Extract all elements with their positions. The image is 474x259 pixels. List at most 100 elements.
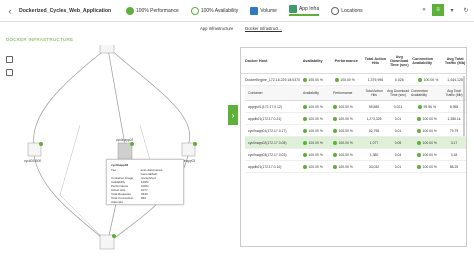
metric-volume-label: Volume [260, 7, 277, 14]
container-connection: 100.00 % [411, 140, 443, 145]
container-name: cyc0napp02(172.17.0.08) [248, 140, 287, 145]
metric-app-infra-label: App Infra [298, 6, 320, 12]
container-download: 0.021 [393, 104, 403, 109]
status-dot [333, 152, 337, 157]
status-dot [303, 152, 307, 157]
header-performance[interactable]: Performance [335, 59, 365, 63]
docker-host-download: 0.026 [394, 77, 404, 82]
container-row[interactable]: cyc0napp02(172.17.0.08) 100.00 % 100.00 % 1… [245, 137, 466, 149]
header-availability[interactable]: Availability [303, 91, 333, 95]
container-availability-value: 100.00 % [308, 104, 323, 109]
container-hits: 1,077 [369, 140, 379, 145]
expand-panel-button[interactable]: › [228, 105, 238, 125]
container-connection: 100.00 % [411, 152, 443, 157]
container-row[interactable]: cyc0napp01(172.17.0.17) 100.00 % 100.00 % 5… [245, 125, 466, 137]
container-name: cyc0napp03(172.17.0.03) [248, 152, 287, 157]
node-left-status [39, 142, 43, 146]
container-availability: 100.00 % [303, 152, 333, 157]
container-hits: 1,380 [369, 152, 379, 157]
layout-icon[interactable] [6, 69, 13, 76]
metric-availability[interactable]: 100% Availability [190, 6, 239, 15]
header-hits[interactable]: Total Action Hits [364, 57, 387, 65]
header-connection[interactable]: Connection Availability [412, 57, 444, 65]
container-table-header: Container Availability Performance Total… [245, 86, 466, 101]
container-download: 0.01 [394, 128, 402, 133]
header-download[interactable]: Avg Download Time (sec) [386, 55, 412, 67]
header-hits[interactable]: Total Action Hits [363, 89, 385, 97]
status-dot [333, 116, 337, 121]
metric-performance[interactable]: 100% Performance [126, 6, 179, 15]
container-availability-value: 100.00 % [308, 140, 323, 145]
container-traffic: 88.25 [449, 164, 459, 169]
tooltip-value: auto-discovered-GeneralWeb [140, 168, 163, 176]
section-title: DOCKER INFRASTRUCTURE [6, 37, 74, 42]
header-traffic[interactable]: Avg Total Traffic (Mb) [444, 57, 466, 65]
container-availability: 100.00 % [303, 128, 333, 133]
status-dot [333, 128, 337, 133]
container-connection-value: 100.00 % [422, 116, 437, 121]
node-bottom [99, 234, 115, 250]
metric-availability-label: 100% Availability [200, 7, 239, 14]
metric-performance-label: 100% Performance [136, 7, 179, 14]
performance-icon [126, 6, 134, 15]
container-connection: 100.00 % [411, 128, 443, 133]
status-dot [303, 140, 307, 145]
metric-locations[interactable]: Locations [331, 6, 363, 15]
container-connection-value: 100.00 % [422, 128, 437, 133]
node-left [27, 142, 42, 157]
header-download[interactable]: Avg Download Time (sec) [385, 89, 411, 97]
status-dot [417, 164, 422, 169]
container-performance-value: 100.00 % [338, 116, 353, 121]
container-rows: appnjs01(172.17.0.12) 100.00 % 100.00 % 55,… [241, 101, 466, 173]
node-left-label[interactable]: cyc4000000 [24, 159, 41, 163]
docker-topology-graph: cyc4000000 cyc0napp02 cyc0napp03 [20, 40, 220, 250]
collapse-icon[interactable]: « [418, 4, 430, 16]
container-traffic: 3.18 [450, 152, 458, 157]
container-row[interactable]: appdb01(172.17.0.10) 100.00 % 100.00 % 33,0… [245, 161, 466, 173]
filter-icon[interactable]: ▾ [446, 4, 458, 16]
tab-app-infrastructure[interactable]: App Infrastructure [200, 26, 233, 32]
header-availability[interactable]: Availability [303, 59, 335, 63]
top-bar: ‹ Dockerized_Cycles_Web_Application 100%… [0, 0, 474, 22]
container-availability-value: 100.00 % [308, 152, 323, 157]
header-docker-host[interactable]: Docker Host [241, 59, 303, 63]
status-dot [417, 128, 422, 133]
header-connection[interactable]: Connection Availability [411, 89, 443, 97]
target-icon[interactable] [6, 56, 13, 63]
container-connection-value: 100.00 % [422, 164, 437, 169]
status-dot [334, 77, 339, 82]
container-availability: 100.00 % [303, 116, 333, 121]
docker-host-availability: 100.00 % [302, 77, 335, 82]
container-performance: 100.00 % [333, 104, 363, 109]
container-row[interactable]: appnjs01(172.17.0.12) 100.00 % 100.00 % 55,… [245, 101, 466, 113]
app-infra-icon [288, 5, 297, 13]
status-dot [333, 140, 337, 145]
tab-docker-infrastructure[interactable]: Docker Infrastruct... [245, 26, 282, 32]
container-performance: 100.00 % [333, 140, 363, 145]
container-row[interactable]: appdb01(172.17.0.21) 100.00 % 100.00 % 1,27… [245, 113, 466, 125]
container-hits: 33,032 [368, 164, 380, 169]
container-row[interactable]: cyc0napp03(172.17.0.03) 100.00 % 100.00 % 1… [245, 149, 466, 161]
status-dot [417, 152, 422, 157]
container-performance-value: 100.00 % [338, 128, 353, 133]
metric-app-infra[interactable]: App Infra [288, 5, 320, 16]
menu-icon[interactable]: ≡ [432, 4, 444, 16]
header-container[interactable]: Container [245, 91, 303, 95]
tooltip-title: cyc0napp02 [111, 163, 129, 167]
panel-scrollbar[interactable] [463, 76, 465, 136]
node-center-status [130, 142, 134, 146]
container-hits: 55,580 [368, 104, 380, 109]
header-performance[interactable]: Performance [333, 91, 363, 95]
back-icon[interactable]: ‹ [3, 6, 17, 16]
status-dot [302, 77, 307, 82]
status-dot [303, 116, 307, 121]
docker-host-row[interactable]: DockerEngine_172.16.229.18:0370 100.00 %… [241, 74, 466, 86]
tooltip-value: 840 [141, 196, 147, 200]
node-center-label[interactable]: cyc0napp02 [116, 138, 133, 142]
docker-host-connection: 100.00 % [412, 77, 444, 82]
refresh-icon[interactable]: ↻ [460, 4, 472, 16]
tooltip-row: Tier auto-discovered-GeneralWeb [111, 168, 179, 176]
metric-volume[interactable]: Volume [250, 6, 277, 15]
container-traffic: 79.79 [449, 128, 459, 133]
header-traffic[interactable]: Avg Total Traffic (Mb) [443, 89, 465, 97]
